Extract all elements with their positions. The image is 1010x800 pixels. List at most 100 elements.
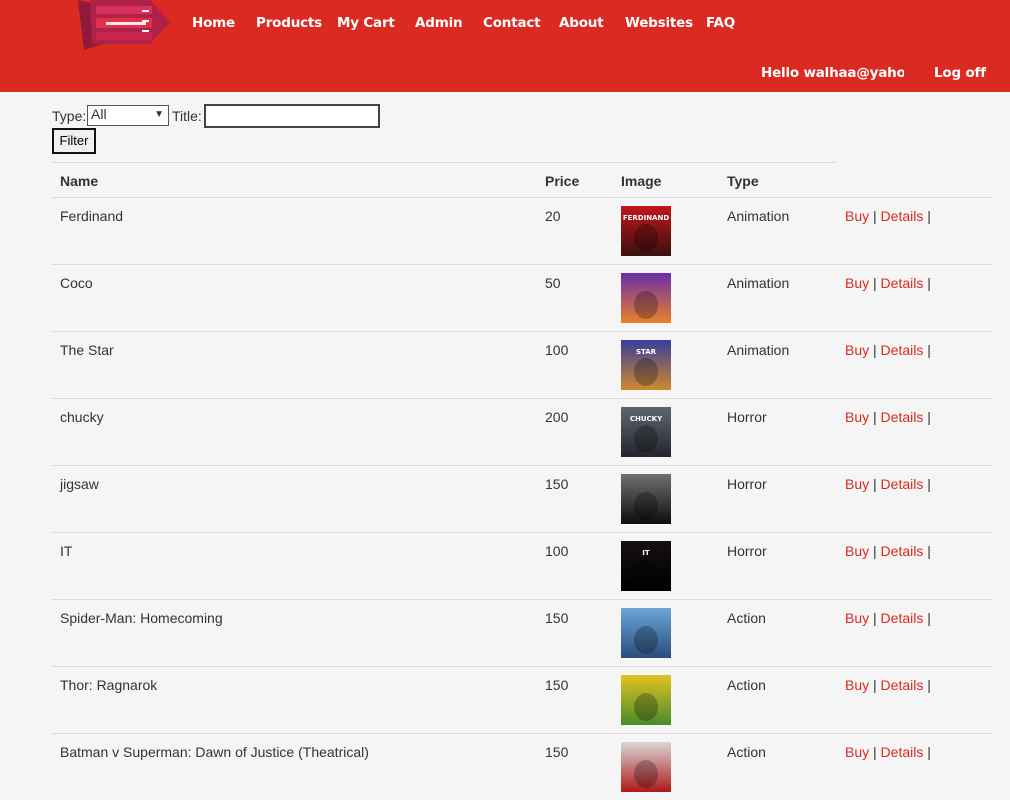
logo-icon[interactable] — [76, 0, 172, 52]
row-actions: Buy | Details | — [845, 208, 931, 224]
product-poster-image: CHUCKY — [621, 407, 671, 457]
row-actions: Buy | Details | — [845, 677, 931, 693]
poster-title: STAR — [636, 348, 657, 356]
table-row: Thor: Ragnarok 150 Action Buy | Details | — [52, 666, 992, 733]
poster-svg — [621, 675, 671, 725]
nav-products[interactable]: Products — [256, 15, 322, 31]
product-poster-image: STAR — [621, 340, 671, 390]
user-greeting-link[interactable]: Hello walhaa@yahoo.co — [761, 65, 904, 81]
row-actions: Buy | Details | — [845, 543, 931, 559]
row-actions: Buy | Details | — [845, 409, 931, 425]
product-type: Animation — [727, 208, 790, 224]
poster-svg — [621, 474, 671, 524]
product-price: 150 — [545, 744, 569, 760]
product-price: 150 — [545, 677, 569, 693]
title-input[interactable] — [204, 104, 380, 128]
nav-about[interactable]: About — [559, 15, 604, 31]
poster-svg: CHUCKY — [621, 407, 671, 457]
product-poster-image — [621, 742, 671, 792]
product-type: Action — [727, 610, 766, 626]
buy-link[interactable]: Buy — [845, 744, 869, 760]
details-link[interactable]: Details — [881, 744, 924, 760]
details-link[interactable]: Details — [881, 610, 924, 626]
poster-title: CHUCKY — [630, 415, 663, 423]
nav-contact[interactable]: Contact — [483, 15, 541, 31]
product-name: chucky — [60, 409, 104, 425]
product-name: jigsaw — [60, 476, 99, 492]
product-type: Horror — [727, 476, 767, 492]
poster-title: FERDINAND — [623, 214, 670, 222]
poster-svg — [621, 608, 671, 658]
poster-title: IT — [642, 549, 650, 557]
poster-svg: IT — [621, 541, 671, 591]
details-link[interactable]: Details — [881, 476, 924, 492]
site-header: Home Products My Cart Admin Contact Abou… — [0, 0, 1010, 92]
table-row: Spider-Man: Homecoming 150 Action Buy | Det… — [52, 599, 992, 666]
product-type: Action — [727, 744, 766, 760]
nav-my-cart[interactable]: My Cart — [337, 15, 395, 31]
details-link[interactable]: Details — [881, 208, 924, 224]
product-type: Action — [727, 677, 766, 693]
poster-svg — [621, 273, 671, 323]
header-name: Name — [60, 173, 99, 189]
product-type: Horror — [727, 543, 767, 559]
details-link[interactable]: Details — [881, 342, 924, 358]
product-type: Horror — [727, 409, 767, 425]
row-actions: Buy | Details | — [845, 342, 931, 358]
product-price: 200 — [545, 409, 569, 425]
product-poster-image: IT — [621, 541, 671, 591]
product-price: 50 — [545, 275, 561, 291]
logoff-link[interactable]: Log off — [934, 65, 986, 81]
header-price: Price — [545, 173, 580, 189]
product-name: Ferdinand — [60, 208, 124, 224]
poster-svg: FERDINAND — [621, 206, 671, 256]
table-row: Batman v Superman: Dawn of Justice (Thea… — [52, 733, 992, 800]
details-link[interactable]: Details — [881, 677, 924, 693]
type-select-value: All — [91, 106, 107, 122]
poster-svg: STAR — [621, 340, 671, 390]
table-row: IT 100 IT Horror Buy | Details | — [52, 532, 992, 599]
details-link[interactable]: Details — [881, 409, 924, 425]
buy-link[interactable]: Buy — [845, 610, 869, 626]
product-type: Animation — [727, 275, 790, 291]
buy-link[interactable]: Buy — [845, 342, 869, 358]
details-link[interactable]: Details — [881, 275, 924, 291]
poster-svg — [621, 742, 671, 792]
product-poster-image — [621, 273, 671, 323]
type-label: Type: — [52, 108, 87, 124]
table-row: chucky 200 CHUCKY Horror Buy | Details | — [52, 398, 992, 465]
buy-link[interactable]: Buy — [845, 543, 869, 559]
row-actions: Buy | Details | — [845, 275, 931, 291]
row-actions: Buy | Details | — [845, 476, 931, 492]
row-actions: Buy | Details | — [845, 610, 931, 626]
details-link[interactable]: Details — [881, 543, 924, 559]
product-poster-image — [621, 608, 671, 658]
buy-link[interactable]: Buy — [845, 677, 869, 693]
type-select[interactable]: All ▼ — [87, 105, 169, 126]
table-row: The Star 100 STAR Animation Buy | Details | — [52, 331, 992, 398]
nav-faq[interactable]: FAQ — [706, 15, 735, 31]
product-name: Batman v Superman: Dawn of Justice (Thea… — [60, 744, 369, 760]
buy-link[interactable]: Buy — [845, 275, 869, 291]
nav-home[interactable]: Home — [192, 15, 235, 31]
product-name: Coco — [60, 275, 93, 291]
nav-websites[interactable]: Websites — [625, 15, 693, 31]
buy-link[interactable]: Buy — [845, 476, 869, 492]
buy-link[interactable]: Buy — [845, 208, 869, 224]
buy-link[interactable]: Buy — [845, 409, 869, 425]
product-price: 100 — [545, 342, 569, 358]
table-header: Name Price Image Type — [52, 162, 837, 197]
product-type: Animation — [727, 342, 790, 358]
products-table: Name Price Image Type Ferdinand 20 FERDINA… — [52, 162, 992, 800]
product-name: Spider-Man: Homecoming — [60, 610, 223, 626]
product-poster-image — [621, 474, 671, 524]
nav-admin[interactable]: Admin — [415, 15, 463, 31]
table-row: Coco 50 Animation Buy | Details | — [52, 264, 992, 331]
product-price: 20 — [545, 208, 561, 224]
filter-button[interactable]: Filter — [52, 128, 96, 154]
header-image: Image — [621, 173, 662, 189]
title-label: Title: — [172, 108, 202, 124]
chevron-down-icon: ▼ — [154, 109, 164, 120]
table-row: jigsaw 150 Horror Buy | Details | — [52, 465, 992, 532]
product-poster-image — [621, 675, 671, 725]
